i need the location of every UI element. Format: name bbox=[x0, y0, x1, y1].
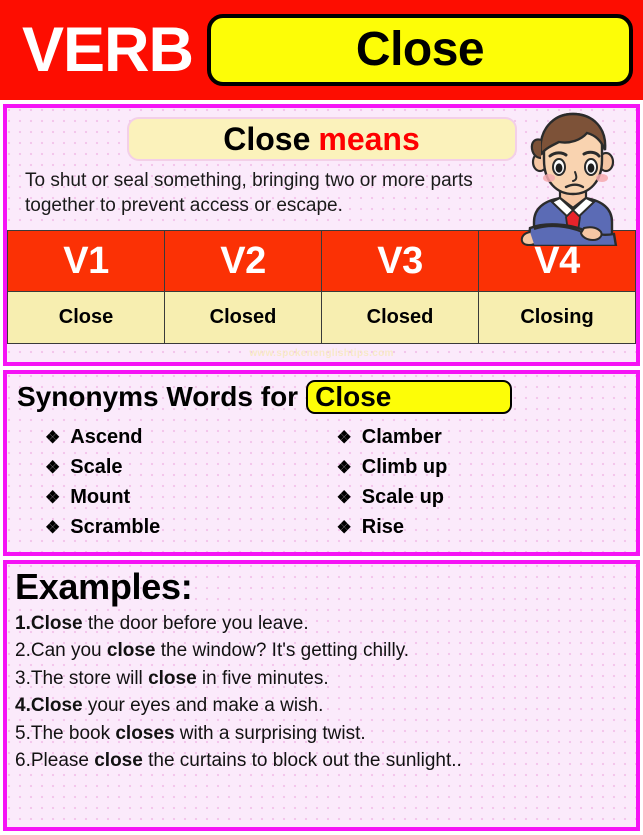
example-text-before: The store will bbox=[30, 667, 149, 689]
example-item: 6.Please close the curtains to block out… bbox=[15, 747, 630, 775]
diamond-bullet-icon: ❖ bbox=[336, 428, 352, 448]
example-text-after: the window? It's getting chilly. bbox=[155, 640, 410, 662]
synonyms-right-column: ❖ Clamber ❖ Climb up ❖ Scale up ❖ Rise bbox=[337, 423, 629, 543]
meaning-top: Close means To shut or seal something, br… bbox=[7, 108, 636, 246]
example-number: 5. bbox=[15, 722, 31, 744]
diamond-bullet-icon: ❖ bbox=[45, 458, 61, 478]
example-keyword: Close bbox=[30, 612, 83, 634]
means-label: means bbox=[318, 121, 420, 157]
synonyms-columns: ❖ Ascend ❖ Scale ❖ Mount ❖ Scramble ❖ Clamber… bbox=[15, 416, 628, 543]
diamond-bullet-icon: ❖ bbox=[336, 488, 352, 508]
meaning-section: Close means To shut or seal something, br… bbox=[3, 104, 640, 367]
table-row: Close Closed Closed Closing bbox=[7, 291, 636, 345]
synonyms-title: Synonyms Words for bbox=[17, 381, 299, 413]
synonyms-section: Synonyms Words for Close ❖ Ascend ❖ Scale … bbox=[3, 370, 640, 557]
examples-section: Examples: 1.Close the door before you le… bbox=[3, 560, 640, 831]
example-text-after: with a surprising twist. bbox=[174, 722, 366, 744]
example-number: 2. bbox=[15, 640, 31, 662]
synonym-label: Mount bbox=[70, 486, 131, 509]
list-item: ❖ Climb up bbox=[337, 453, 629, 483]
column-header-v1: V1 bbox=[7, 230, 165, 293]
synonym-label: Scale bbox=[70, 456, 123, 479]
synonyms-left-column: ❖ Ascend ❖ Scale ❖ Mount ❖ Scramble bbox=[45, 423, 337, 543]
synonym-label: Scale up bbox=[361, 486, 445, 509]
means-word: Close bbox=[223, 121, 311, 157]
example-number: 6. bbox=[15, 750, 31, 772]
list-item: ❖ Ascend bbox=[45, 423, 337, 453]
cell-v2: Closed bbox=[164, 291, 322, 345]
example-text-after: in five minutes. bbox=[196, 667, 329, 689]
table-header-row: V1 V2 V3 V4 bbox=[7, 230, 636, 293]
example-text-after: the curtains to block out the sunlight.. bbox=[142, 750, 462, 772]
watermark: www.spokenenglishtips.com bbox=[249, 348, 394, 360]
synonym-label: Rise bbox=[361, 516, 404, 539]
example-text-after: the door before you leave. bbox=[82, 612, 309, 634]
example-keyword: closes bbox=[115, 722, 175, 744]
synonyms-word-text: Close bbox=[315, 381, 392, 413]
example-number: 4. bbox=[15, 695, 31, 717]
diamond-bullet-icon: ❖ bbox=[336, 458, 352, 478]
cell-v3: Closed bbox=[321, 291, 479, 345]
synonyms-word-chip: Close bbox=[306, 380, 513, 415]
example-keyword: close bbox=[148, 667, 197, 689]
example-item: 2.Can you close the window? It's getting… bbox=[15, 637, 630, 665]
example-text-after: your eyes and make a wish. bbox=[82, 695, 324, 717]
example-item: 5.The book closes with a surprising twis… bbox=[15, 720, 630, 748]
example-item: 4.Close your eyes and make a wish. bbox=[15, 692, 630, 720]
diamond-bullet-icon: ❖ bbox=[45, 488, 61, 508]
column-header-v4: V4 bbox=[478, 230, 636, 293]
example-item: 3.The store will close in five minutes. bbox=[15, 665, 630, 693]
cell-v1: Close bbox=[7, 291, 165, 345]
examples-title: Examples: bbox=[15, 566, 193, 608]
header-banner: VERB Close bbox=[0, 0, 643, 100]
verb-forms-table: V1 V2 V3 V4 Close Closed Closed Closing bbox=[7, 230, 636, 345]
verb-worksheet-poster: VERB Close Close means To shut or seal s… bbox=[0, 0, 643, 835]
example-text-before: The book bbox=[30, 722, 116, 744]
synonym-label: Climb up bbox=[361, 456, 448, 479]
example-keyword: close bbox=[94, 750, 143, 772]
headword-chip: Close bbox=[207, 14, 633, 86]
example-number: 3. bbox=[15, 667, 31, 689]
list-item: ❖ Scale up bbox=[337, 483, 629, 513]
examples-list: 1.Close the door before you leave. 2.Can … bbox=[15, 610, 630, 775]
list-item: ❖ Mount bbox=[45, 483, 337, 513]
list-item: ❖ Rise bbox=[337, 513, 629, 543]
headword-text: Close bbox=[355, 23, 485, 76]
category-label: VERB bbox=[22, 14, 194, 85]
synonyms-title-row: Synonyms Words for Close bbox=[15, 380, 628, 416]
means-chip: Close means bbox=[126, 117, 517, 161]
example-number: 1. bbox=[15, 612, 31, 634]
means-chip-text: Close means bbox=[223, 123, 420, 155]
list-item: ❖ Scale bbox=[45, 453, 337, 483]
diamond-bullet-icon: ❖ bbox=[45, 518, 61, 538]
example-item: 1.Close the door before you leave. bbox=[15, 610, 630, 638]
definition-text: To shut or seal something, bringing two … bbox=[25, 170, 473, 217]
list-item: ❖ Scramble bbox=[45, 513, 337, 543]
example-text-before: Please bbox=[30, 750, 95, 772]
example-text-before: Can you bbox=[30, 640, 107, 662]
synonym-label: Clamber bbox=[361, 426, 442, 449]
cell-v4: Closing bbox=[478, 291, 636, 345]
diamond-bullet-icon: ❖ bbox=[336, 518, 352, 538]
synonym-label: Ascend bbox=[70, 426, 143, 449]
column-header-v3: V3 bbox=[321, 230, 479, 293]
example-keyword: close bbox=[106, 640, 156, 662]
example-keyword: Close bbox=[30, 695, 83, 717]
column-header-v2: V2 bbox=[164, 230, 322, 293]
diamond-bullet-icon: ❖ bbox=[45, 428, 61, 448]
synonym-label: Scramble bbox=[70, 516, 161, 539]
list-item: ❖ Clamber bbox=[337, 423, 629, 453]
